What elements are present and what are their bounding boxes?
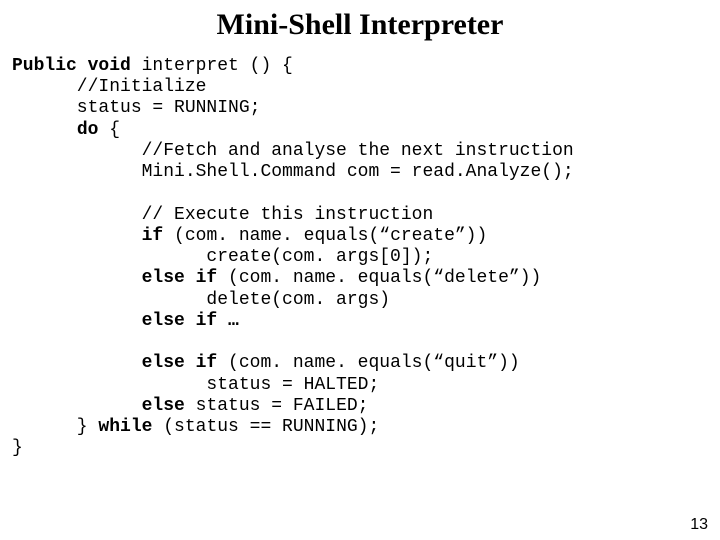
code-text: (com. name. equals(“create”)) bbox=[163, 226, 487, 246]
code-text: delete(com. args) bbox=[12, 290, 390, 310]
page-number: 13 bbox=[690, 516, 708, 534]
code-text: //Fetch and analyse the next instruction bbox=[12, 141, 574, 161]
code-text: (com. name. equals(“quit”)) bbox=[217, 353, 519, 373]
code-text: { bbox=[98, 120, 120, 140]
code-text: status = FAILED; bbox=[185, 396, 369, 416]
code-text: Mini.Shell.Command com = read.Analyze(); bbox=[12, 162, 574, 182]
code-text bbox=[12, 268, 142, 288]
code-text bbox=[12, 311, 142, 331]
code-text: interpret () { bbox=[131, 56, 293, 76]
code-text: } bbox=[12, 438, 23, 458]
kw-else-if: else if … bbox=[142, 311, 239, 331]
kw-public-void: Public void bbox=[12, 56, 131, 76]
slide-title: Mini-Shell Interpreter bbox=[0, 0, 720, 56]
kw-if: if bbox=[142, 226, 164, 246]
kw-else-if: else if bbox=[142, 268, 218, 288]
kw-else-if: else if bbox=[142, 353, 218, 373]
code-text: status = HALTED; bbox=[12, 375, 379, 395]
code-text: status = RUNNING; bbox=[12, 98, 260, 118]
code-text: create(com. args[0]); bbox=[12, 247, 433, 267]
kw-else: else bbox=[142, 396, 185, 416]
code-text: } bbox=[12, 417, 98, 437]
kw-do: do bbox=[77, 120, 99, 140]
kw-while: while bbox=[98, 417, 152, 437]
code-block: Public void interpret () { //Initialize … bbox=[0, 56, 720, 459]
slide: Mini-Shell Interpreter Public void inter… bbox=[0, 0, 720, 540]
code-text bbox=[12, 353, 142, 373]
code-text bbox=[12, 396, 142, 416]
code-text: // Execute this instruction bbox=[12, 205, 433, 225]
code-text: (com. name. equals(“delete”)) bbox=[217, 268, 541, 288]
code-text: //Initialize bbox=[12, 77, 206, 97]
code-text bbox=[12, 226, 142, 246]
code-text: (status == RUNNING); bbox=[152, 417, 379, 437]
code-text bbox=[12, 120, 77, 140]
